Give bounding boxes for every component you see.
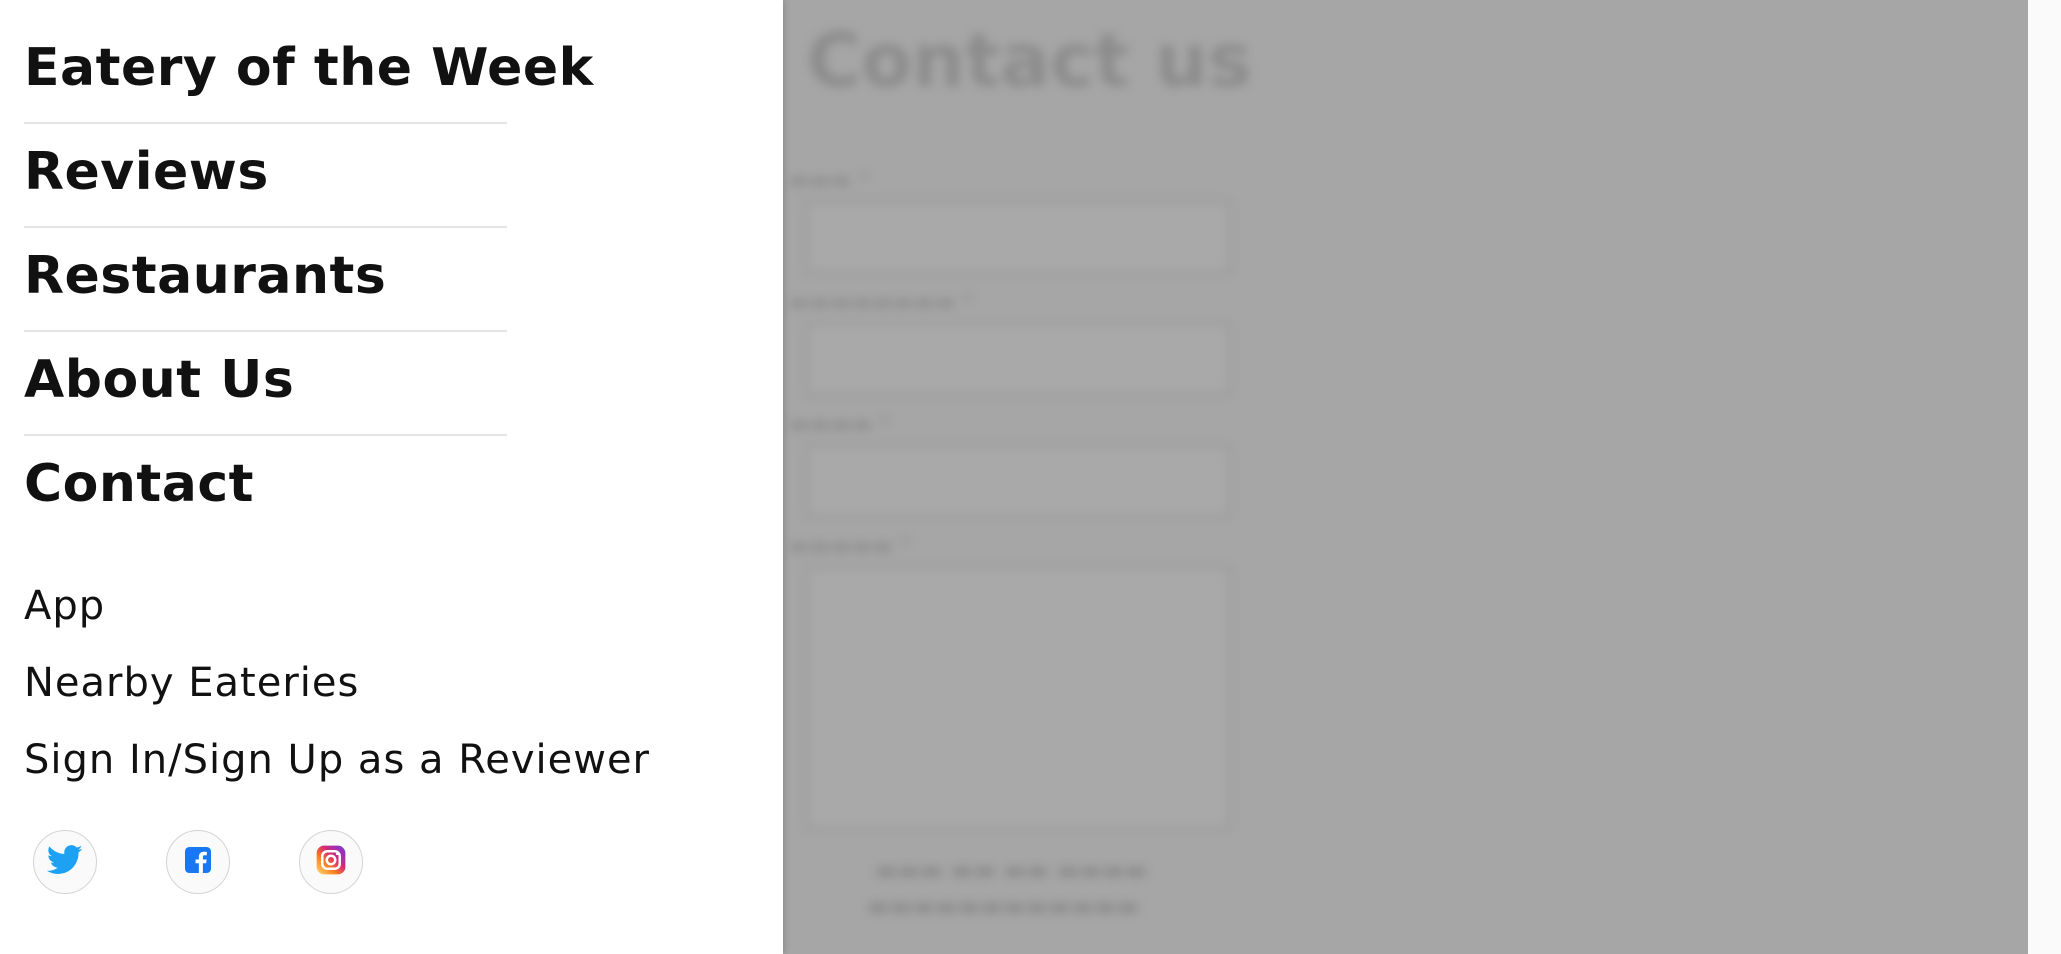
nav-item-restaurants[interactable]: Restaurants	[24, 228, 507, 332]
nav-item-app[interactable]: App	[24, 578, 650, 655]
dimmed-page-overlay[interactable]: Contact us ▬▬▬ * ▬▬▬▬▬▬▬▬ * ▬▬▬▬ * ▬▬▬▬▬…	[783, 0, 2028, 954]
twitter-icon	[46, 845, 83, 879]
name-field	[805, 200, 1231, 274]
page-edge-strip	[2028, 0, 2061, 954]
twitter-button[interactable]	[33, 830, 97, 894]
instagram-button[interactable]	[299, 830, 363, 894]
email-note-line2: ▬▬▬▬▬▬▬▬▬▬▬▬	[867, 892, 1140, 920]
subject-label-placeholder: ▬▬▬▬ *	[789, 412, 891, 437]
nav-item-reviews[interactable]: Reviews	[24, 124, 507, 228]
social-links	[33, 830, 432, 894]
navigation-drawer: Eatery of the Week Reviews Restaurants A…	[0, 0, 783, 954]
email-label-placeholder: ▬▬▬▬▬▬▬▬ *	[789, 290, 974, 315]
subject-field	[805, 444, 1231, 518]
email-note-line1: ▬▬▬ ▬▬ ▬▬ ▬▬▬▬	[875, 856, 1148, 884]
message-field	[805, 566, 1231, 830]
secondary-nav: App Nearby Eateries Sign In/Sign Up as a…	[24, 578, 650, 809]
nav-item-nearby-eateries[interactable]: Nearby Eateries	[24, 655, 650, 732]
page-title: Contact us	[807, 18, 1252, 104]
email-field	[805, 322, 1231, 396]
facebook-button[interactable]	[166, 830, 230, 894]
primary-nav: Eatery of the Week Reviews Restaurants A…	[24, 20, 593, 540]
nav-item-contact[interactable]: Contact	[24, 436, 507, 540]
name-label-placeholder: ▬▬▬ *	[789, 168, 870, 193]
blurred-contact-page: Contact us ▬▬▬ * ▬▬▬▬▬▬▬▬ * ▬▬▬▬ * ▬▬▬▬▬…	[783, 0, 2028, 954]
instagram-icon	[316, 845, 346, 879]
nav-item-sign-in-sign-up[interactable]: Sign In/Sign Up as a Reviewer	[24, 732, 650, 809]
facebook-icon	[185, 847, 211, 877]
message-label-placeholder: ▬▬▬▬▬ *	[789, 534, 911, 559]
nav-item-about-us[interactable]: About Us	[24, 332, 507, 436]
nav-item-eatery-of-the-week[interactable]: Eatery of the Week	[24, 20, 593, 124]
